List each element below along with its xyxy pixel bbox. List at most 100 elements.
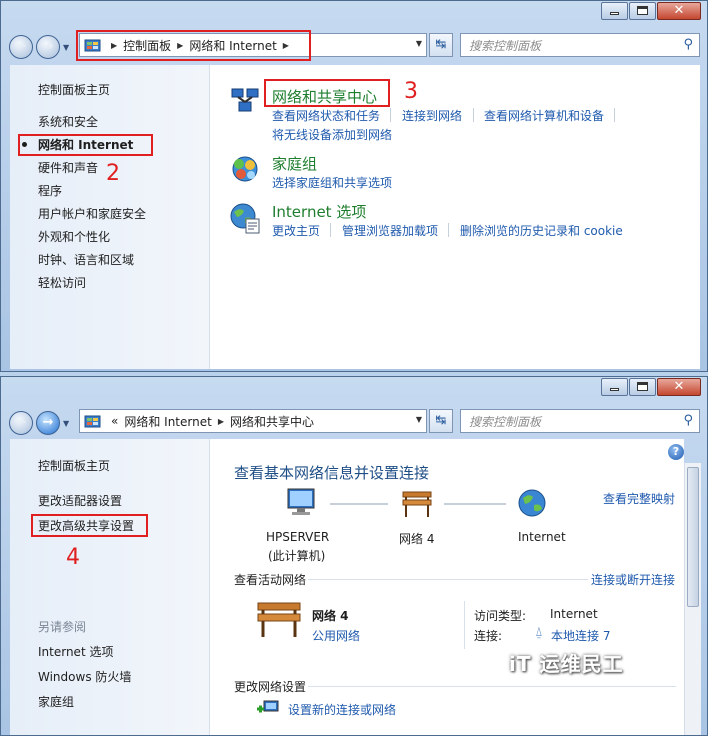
address-bar[interactable]: « 网络和 Internet ▶ 网络和共享中心 ▼	[79, 409, 427, 433]
sidebar: 控制面板主页 更改适配器设置 更改高级共享设置 4 另请参阅 Internet …	[10, 439, 210, 735]
bench-network-icon	[257, 602, 301, 637]
setup-new-connection-link[interactable]: 设置新的连接或网络	[288, 701, 396, 718]
forward-arrow-icon: →	[42, 415, 54, 430]
sidebar-item-clock-language[interactable]: 时钟、语言和区域	[38, 251, 134, 268]
sidebar-item-hardware-sound[interactable]: 硬件和声音	[38, 159, 98, 176]
category-internet-options-title[interactable]: Internet 选项	[272, 201, 366, 222]
scrollbar-thumb[interactable]	[687, 467, 699, 607]
breadcrumb-overflow[interactable]: «	[111, 414, 118, 428]
search-icon[interactable]: ⚲	[683, 37, 693, 52]
link-delete-browsing-history[interactable]: 删除浏览的历史记录和 cookie	[460, 222, 623, 239]
sidebar-item-programs[interactable]: 程序	[38, 182, 62, 199]
annotation-number-4: 4	[66, 545, 80, 570]
back-arrow-icon: ←	[15, 39, 27, 54]
access-type-label: 访问类型:	[474, 609, 527, 623]
new-connection-icon	[257, 700, 279, 713]
connect-disconnect-link[interactable]: 连接或断开连接	[591, 571, 675, 588]
section-divider	[308, 579, 588, 580]
see-also-internet-options[interactable]: Internet 选项	[38, 643, 113, 660]
refresh-button[interactable]: ↹	[429, 33, 453, 57]
address-dropdown-icon[interactable]: ▼	[416, 39, 422, 48]
back-button[interactable]: ←	[9, 411, 33, 435]
active-networks-heading: 查看活动网络	[234, 573, 307, 587]
network-name: 网络 4	[312, 609, 349, 623]
address-dropdown-icon[interactable]: ▼	[416, 415, 422, 424]
sidebar-item-ease-of-access[interactable]: 轻松访问	[38, 274, 86, 291]
minimize-icon	[610, 12, 619, 15]
link-connect-to-network[interactable]: 连接到网络	[402, 107, 462, 124]
search-placeholder: 搜索控制面板	[469, 414, 542, 429]
sidebar-item-home[interactable]: 控制面板主页	[38, 457, 110, 474]
internet-options-icon	[230, 203, 260, 234]
link-view-network-computers[interactable]: 查看网络计算机和设备	[484, 107, 604, 124]
sidebar-item-user-accounts[interactable]: 用户帐户和家庭安全	[38, 205, 146, 222]
recent-pages-dropdown-icon[interactable]: ▼	[63, 419, 73, 428]
close-button[interactable]: ✕	[657, 378, 701, 396]
close-button[interactable]: ✕	[657, 2, 701, 20]
forward-button[interactable]: →	[36, 35, 60, 59]
minimize-icon	[610, 388, 619, 391]
connection-label: 连接:	[474, 629, 503, 643]
refresh-button[interactable]: ↹	[429, 409, 453, 433]
local-connection-link[interactable]: 本地连接 7	[551, 627, 610, 644]
forward-button[interactable]: →	[36, 411, 60, 435]
recent-pages-dropdown-icon[interactable]: ▼	[63, 43, 73, 52]
link-divider	[614, 108, 615, 122]
minimize-button[interactable]	[601, 378, 628, 396]
link-change-home-page[interactable]: 更改主页	[272, 222, 320, 239]
link-homegroup-sharing-options[interactable]: 选择家庭组和共享选项	[272, 174, 392, 191]
category-homegroup-title[interactable]: 家庭组	[272, 153, 317, 174]
homegroup-icon	[232, 156, 258, 182]
sidebar-item-adapter-settings[interactable]: 更改适配器设置	[38, 492, 122, 509]
node-label-hpserver: HPSERVER	[266, 530, 330, 544]
sidebar-item-home[interactable]: 控制面板主页	[38, 81, 110, 98]
forward-arrow-icon: →	[42, 39, 54, 54]
maximize-button[interactable]	[629, 2, 656, 20]
minimize-button[interactable]	[601, 2, 628, 20]
link-divider	[330, 223, 331, 237]
link-manage-add-ons[interactable]: 管理浏览器加载项	[342, 222, 438, 239]
vertical-scrollbar[interactable]	[684, 463, 701, 735]
maximize-icon	[637, 382, 648, 391]
refresh-icon: ↹	[435, 37, 447, 52]
sidebar-item-appearance[interactable]: 外观和个性化	[38, 228, 110, 245]
annotation-box-3	[264, 79, 390, 107]
see-also-homegroup[interactable]: 家庭组	[38, 693, 74, 710]
network-center-panel: 查看基本网络信息并设置连接 查看完整映射 HPSERVER (此计算机) 网络 …	[210, 439, 684, 735]
watermark: iT 运维民工	[509, 652, 624, 676]
annotation-box-1	[76, 30, 311, 61]
see-also-windows-firewall[interactable]: Windows 防火墙	[38, 668, 131, 685]
annotation-number-3: 3	[404, 79, 418, 104]
search-placeholder: 搜索控制面板	[469, 38, 542, 53]
search-input[interactable]: 搜索控制面板 ⚲	[460, 33, 700, 57]
network-sharing-center-window: ✕ ← → ▼ « 网络和 Internet ▶ 网络和共享中心 ▼ ↹ 搜索控…	[0, 376, 708, 736]
window-caption-buttons: ✕	[600, 378, 701, 396]
control-panel-window-1: ✕ ← → ▼ ▶ 控制面板 ▶ 网络和 Internet ▶ ▼ ↹ 搜索控制…	[0, 0, 708, 372]
section-divider	[308, 686, 676, 687]
view-full-map-link[interactable]: 查看完整映射	[603, 490, 675, 507]
search-icon[interactable]: ⚲	[683, 413, 693, 428]
link-add-wireless-device[interactable]: 将无线设备添加到网络	[272, 126, 392, 143]
link-view-network-status[interactable]: 查看网络状态和任务	[272, 107, 380, 124]
info-divider	[464, 601, 465, 649]
sidebar-item-system-security[interactable]: 系统和安全	[38, 113, 98, 130]
node-label-network4: 网络 4	[399, 532, 435, 546]
annotation-box-2	[18, 134, 153, 156]
change-settings-heading: 更改网络设置	[234, 680, 307, 694]
refresh-icon: ↹	[435, 413, 447, 428]
back-button[interactable]: ←	[9, 35, 33, 59]
breadcrumb-network-internet[interactable]: 网络和 Internet	[124, 413, 211, 430]
maximize-button[interactable]	[629, 378, 656, 396]
network-type-link[interactable]: 公用网络	[312, 627, 360, 644]
close-icon: ✕	[673, 3, 685, 18]
back-arrow-icon: ←	[15, 415, 27, 430]
breadcrumb: « 网络和 Internet ▶ 网络和共享中心	[105, 413, 314, 430]
breadcrumb-network-center[interactable]: 网络和共享中心	[230, 413, 314, 430]
control-panel-icon	[84, 415, 101, 427]
window-caption-buttons: ✕	[600, 2, 701, 20]
see-also-heading: 另请参阅	[38, 620, 87, 634]
help-icon[interactable]: ?	[668, 444, 684, 460]
search-input[interactable]: 搜索控制面板 ⚲	[460, 409, 700, 433]
access-type-value: Internet	[550, 607, 598, 621]
bench-network-icon	[402, 491, 432, 517]
